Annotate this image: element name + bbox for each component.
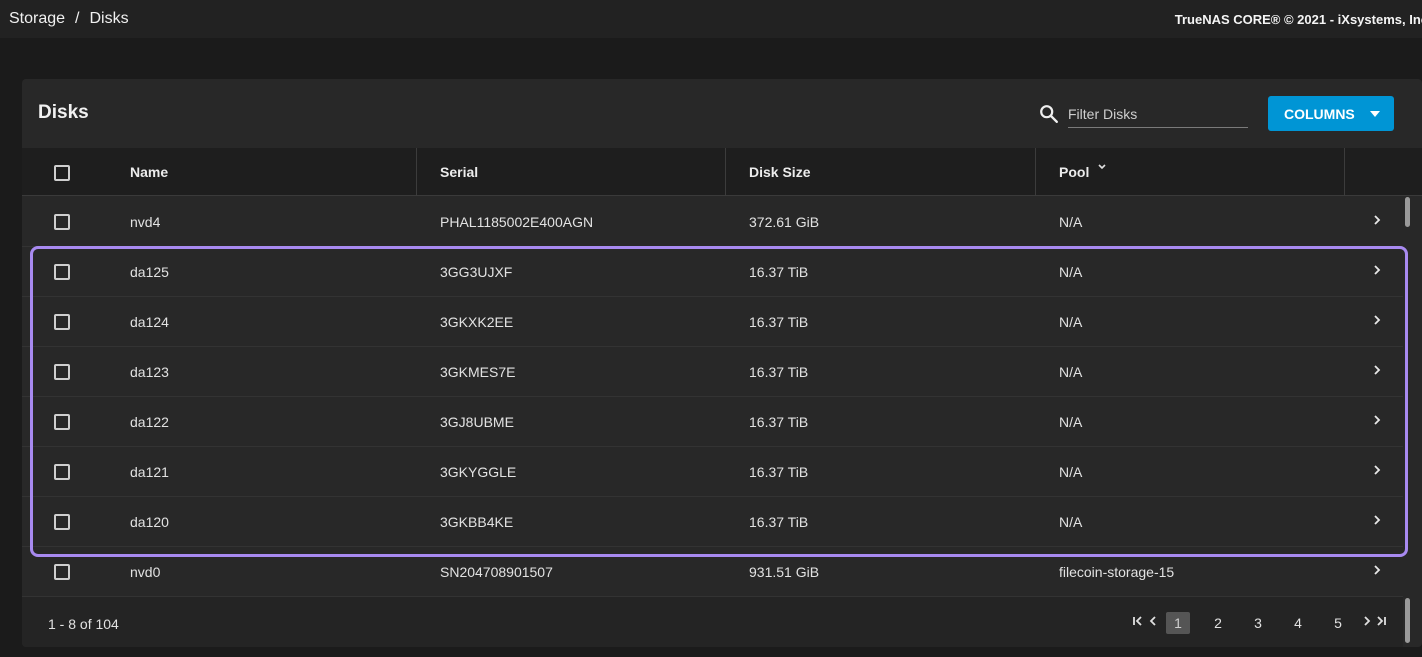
chevron-right-icon[interactable]: [1372, 314, 1382, 326]
cell-name: da121: [130, 464, 169, 480]
cell-serial: 3GKYGGLE: [440, 464, 517, 480]
cell-disk-size: 16.37 TiB: [749, 514, 809, 530]
cell-name: nvd0: [130, 564, 161, 580]
page-button-2[interactable]: 2: [1206, 612, 1230, 634]
chevron-right-icon[interactable]: [1372, 364, 1382, 376]
chevron-right-icon[interactable]: [1372, 564, 1382, 576]
scrollbar-thumb[interactable]: [1405, 197, 1410, 227]
row-checkbox[interactable]: [54, 214, 70, 230]
row-checkbox[interactable]: [54, 314, 70, 330]
cell-pool: filecoin-storage-15: [1059, 564, 1175, 580]
page-button-5[interactable]: 5: [1326, 612, 1350, 634]
row-checkbox[interactable]: [54, 514, 70, 530]
chevron-right-icon[interactable]: [1372, 514, 1382, 526]
cell-pool: N/A: [1059, 214, 1083, 230]
cell-name: da123: [130, 364, 169, 380]
pagination-range: 1 - 8 of 104: [48, 616, 119, 632]
chevron-right-icon[interactable]: [1372, 264, 1382, 276]
cell-serial: 3GJ8UBME: [440, 414, 514, 430]
cell-pool: N/A: [1059, 364, 1083, 380]
first-page-icon[interactable]: [1132, 615, 1146, 627]
row-checkbox[interactable]: [54, 264, 70, 280]
row-checkbox[interactable]: [54, 564, 70, 580]
sort-desc-icon[interactable]: [1097, 162, 1107, 172]
filter-disks-input[interactable]: [1068, 100, 1248, 128]
breadcrumb-storage[interactable]: Storage: [9, 10, 65, 28]
page-button-3[interactable]: 3: [1246, 612, 1270, 634]
cell-name: da120: [130, 514, 169, 530]
cell-serial: 3GKBB4KE: [440, 514, 514, 530]
column-divider[interactable]: [1344, 148, 1345, 196]
row-checkbox[interactable]: [54, 464, 70, 480]
next-page-icon[interactable]: [1360, 615, 1374, 627]
header-disk-size[interactable]: Disk Size: [749, 148, 810, 196]
column-divider[interactable]: [1035, 148, 1036, 196]
row-checkbox[interactable]: [54, 364, 70, 380]
top-bar: Storage / Disks TrueNAS CORE® © 2021 - i…: [0, 0, 1422, 38]
cell-serial: SN204708901507: [440, 564, 553, 580]
cell-disk-size: 16.37 TiB: [749, 464, 809, 480]
breadcrumb-separator: /: [75, 10, 80, 27]
table-row[interactable]: nvd4 PHAL1185002E400AGN 372.61 GiB N/A: [22, 197, 1403, 247]
columns-button-label: COLUMNS: [1284, 106, 1355, 122]
column-divider[interactable]: [416, 148, 417, 196]
cell-disk-size: 16.37 TiB: [749, 364, 809, 380]
page-button-1[interactable]: 1: [1166, 612, 1190, 634]
last-page-icon[interactable]: [1374, 615, 1388, 627]
scrollbar-thumb[interactable]: [1405, 598, 1410, 643]
chevron-right-icon[interactable]: [1372, 214, 1382, 226]
table-footer: 1 - 8 of 104 1 2 3 4 5: [22, 597, 1403, 647]
card-title: Disks: [38, 102, 89, 123]
header-serial[interactable]: Serial: [440, 148, 478, 196]
disks-card: Disks COLUMNS Name Serial Disk Size Pool…: [22, 79, 1422, 647]
header-pool[interactable]: Pool: [1059, 148, 1107, 196]
column-divider[interactable]: [725, 148, 726, 196]
table-header: Name Serial Disk Size Pool: [22, 148, 1422, 196]
cell-name: da125: [130, 264, 169, 280]
cell-serial: 3GKMES7E: [440, 364, 516, 380]
cell-disk-size: 372.61 GiB: [749, 214, 820, 230]
table-row[interactable]: da124 3GKXK2EE 16.37 TiB N/A: [22, 297, 1403, 347]
cell-disk-size: 16.37 TiB: [749, 314, 809, 330]
cell-pool: N/A: [1059, 514, 1083, 530]
cell-disk-size: 16.37 TiB: [749, 264, 809, 280]
chevron-right-icon[interactable]: [1372, 464, 1382, 476]
chevron-right-icon[interactable]: [1372, 414, 1382, 426]
select-all-checkbox[interactable]: [54, 165, 70, 181]
table-row[interactable]: da121 3GKYGGLE 16.37 TiB N/A: [22, 447, 1403, 497]
table-row[interactable]: da125 3GG3UJXF 16.37 TiB N/A: [22, 247, 1403, 297]
cell-name: da122: [130, 414, 169, 430]
breadcrumb: Storage / Disks: [0, 10, 129, 28]
caret-down-icon: [1370, 111, 1380, 117]
cell-serial: PHAL1185002E400AGN: [440, 214, 594, 230]
cell-name: nvd4: [130, 214, 161, 230]
table-row[interactable]: da123 3GKMES7E 16.37 TiB N/A: [22, 347, 1403, 397]
table-row[interactable]: da122 3GJ8UBME 16.37 TiB N/A: [22, 397, 1403, 447]
table-row[interactable]: nvd0 SN204708901507 931.51 GiB filecoin-sto…: [22, 547, 1403, 597]
row-checkbox[interactable]: [54, 414, 70, 430]
search-icon: [1040, 105, 1058, 123]
cell-name: da124: [130, 314, 169, 330]
table-row[interactable]: da120 3GKBB4KE 16.37 TiB N/A: [22, 497, 1403, 547]
cell-disk-size: 16.37 TiB: [749, 414, 809, 430]
cell-pool: N/A: [1059, 414, 1083, 430]
cell-serial: 3GG3UJXF: [440, 264, 513, 280]
header-name[interactable]: Name: [130, 148, 168, 196]
cell-disk-size: 931.51 GiB: [749, 564, 820, 580]
cell-pool: N/A: [1059, 464, 1083, 480]
page-button-4[interactable]: 4: [1286, 612, 1310, 634]
columns-button[interactable]: COLUMNS: [1268, 96, 1394, 131]
copyright-text: TrueNAS CORE® © 2021 - iXsystems, Inc: [1174, 11, 1422, 27]
cell-pool: N/A: [1059, 314, 1083, 330]
breadcrumb-disks: Disks: [89, 10, 129, 27]
previous-page-icon[interactable]: [1146, 615, 1160, 627]
header-pool-label: Pool: [1059, 164, 1090, 180]
cell-serial: 3GKXK2EE: [440, 314, 514, 330]
cell-pool: N/A: [1059, 264, 1083, 280]
